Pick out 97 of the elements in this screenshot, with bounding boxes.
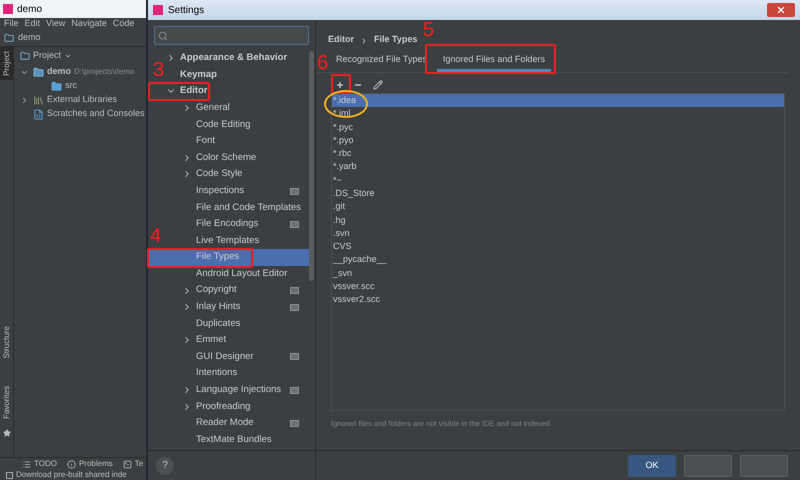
help-button[interactable]: ?: [156, 456, 174, 474]
settings-tree-item[interactable]: Editor: [166, 83, 309, 100]
settings-tree-item[interactable]: Language Injections: [166, 382, 309, 398]
settings-tree-item[interactable]: General: [166, 100, 309, 116]
scrollbar[interactable]: [309, 51, 314, 281]
settings-tree-item[interactable]: Emmet: [166, 332, 309, 349]
breadcrumb-item[interactable]: Editor: [328, 32, 354, 46]
annotation-number: 6: [317, 53, 328, 73]
dialog-button[interactable]: [684, 454, 732, 476]
pattern-row[interactable]: .hg: [332, 214, 784, 227]
chevron-right-icon: [360, 37, 368, 45]
annotation-ellipse: [324, 90, 368, 118]
pattern-row[interactable]: *.pyo: [332, 134, 784, 148]
search-icon: [158, 30, 168, 40]
pattern-row[interactable]: *.pyc: [332, 120, 784, 134]
folder-icon: [4, 33, 14, 43]
module-path: D:\projects\demo: [74, 66, 134, 78]
menu-item[interactable]: Edit: [24, 17, 40, 31]
settings-tree-item[interactable]: File Encodings: [166, 216, 309, 233]
settings-tree-item[interactable]: Live Templates: [166, 232, 309, 250]
tool-window-tab[interactable]: TODO: [22, 458, 57, 470]
settings-tree-item[interactable]: Keymap: [166, 66, 309, 84]
tree-node-label[interactable]: Scratches and Consoles: [47, 107, 145, 121]
dialog-title: Settings: [168, 4, 204, 18]
pattern-row[interactable]: *.iml: [332, 107, 784, 121]
side-tab[interactable]: Favorites: [0, 382, 14, 423]
settings-tree-item[interactable]: Inspections: [166, 182, 309, 200]
tree-node-label[interactable]: demo: [47, 65, 72, 79]
navigation-bar-item[interactable]: demo: [18, 31, 41, 45]
tree-node-label[interactable]: src: [65, 79, 77, 93]
folder-icon: [51, 80, 62, 92]
annotation-number: 3: [153, 60, 164, 80]
menu-item[interactable]: File: [4, 17, 19, 31]
star-icon: [2, 429, 10, 437]
list-icon: [22, 460, 31, 468]
edit-button[interactable]: [371, 78, 385, 92]
search-field[interactable]: [154, 26, 309, 45]
tab[interactable]: Ignored Files and Folders: [436, 50, 551, 72]
annotation-number: 5: [423, 20, 434, 40]
pencil-icon: [373, 80, 383, 90]
libraries-icon: [33, 94, 44, 106]
annotation-box: [331, 74, 351, 94]
app-logo-icon: [3, 4, 13, 14]
status-text: Download pre-built shared inde: [16, 470, 127, 480]
settings-tree-item[interactable]: Android Layout Editor: [166, 266, 309, 282]
pattern-row[interactable]: _svn: [332, 266, 784, 280]
settings-tree-item[interactable]: GUI Designer: [166, 348, 309, 366]
annotation-box: [148, 82, 210, 101]
annotation-number: 4: [150, 226, 162, 246]
settings-tree-item[interactable]: TextMate Bundles: [166, 432, 309, 448]
settings-tree-item[interactable]: Duplicates: [166, 316, 309, 332]
dialog-button[interactable]: [740, 454, 788, 476]
terminal-icon: [122, 460, 132, 468]
add-button[interactable]: +: [335, 80, 345, 90]
pattern-row[interactable]: .DS_Store: [332, 187, 784, 200]
panel-title: Project: [33, 49, 62, 62]
settings-tree-item[interactable]: Code Editing: [166, 116, 309, 133]
pattern-row[interactable]: CVS: [332, 240, 784, 254]
info-icon: [66, 460, 76, 468]
settings-tree-item[interactable]: File and Code Templates: [166, 199, 309, 216]
side-tab[interactable]: Structure: [0, 322, 14, 362]
settings-tree-item[interactable]: Appearance & Behavior: [166, 50, 309, 67]
tree-node-label[interactable]: External Libraries: [47, 93, 118, 107]
menu-item[interactable]: View: [46, 17, 66, 31]
settings-tree-item[interactable]: Reader Mode: [166, 415, 309, 432]
close-button[interactable]: [767, 3, 795, 17]
dropdown-caret-icon: [64, 52, 72, 60]
pattern-row[interactable]: .svn: [332, 226, 784, 240]
side-tab[interactable]: Project: [0, 47, 14, 80]
breadcrumb-item: File Types: [374, 32, 418, 46]
pattern-row[interactable]: __pycache__: [332, 254, 784, 267]
close-icon: [776, 5, 786, 15]
settings-tree-item[interactable]: Color Scheme: [166, 150, 309, 166]
tool-window-tab[interactable]: Te: [122, 458, 144, 470]
module-folder-icon: [33, 66, 44, 78]
settings-tree-item[interactable]: Font: [166, 132, 309, 150]
pattern-row[interactable]: vssver.scc: [332, 280, 784, 294]
scratch-file-icon: [33, 108, 44, 120]
pattern-row[interactable]: *~: [332, 174, 784, 188]
pattern-row[interactable]: *.rbc: [332, 147, 784, 160]
window-title: demo: [17, 2, 42, 16]
pattern-row[interactable]: *.yarb: [332, 160, 784, 174]
settings-tree-item[interactable]: Inlay Hints: [166, 298, 309, 316]
pattern-row[interactable]: vssver2.scc: [332, 293, 784, 307]
tool-window-tab[interactable]: Problems: [66, 458, 113, 470]
menu-item[interactable]: Navigate: [71, 17, 107, 31]
ok-button[interactable]: OK: [628, 454, 676, 476]
settings-tree-item[interactable]: Code Style: [166, 166, 309, 183]
settings-tree-item[interactable]: Intentions: [166, 365, 309, 382]
settings-tree-item[interactable]: Copyright: [166, 282, 309, 299]
menu-item[interactable]: Code: [112, 17, 134, 31]
pattern-row[interactable]: .git: [332, 200, 784, 214]
project-icon: [20, 51, 30, 61]
remove-button[interactable]: −: [351, 78, 365, 92]
checkbox[interactable]: [6, 472, 13, 478]
settings-tree-item[interactable]: Proofreading: [166, 398, 309, 416]
app-logo-icon: [153, 5, 163, 15]
